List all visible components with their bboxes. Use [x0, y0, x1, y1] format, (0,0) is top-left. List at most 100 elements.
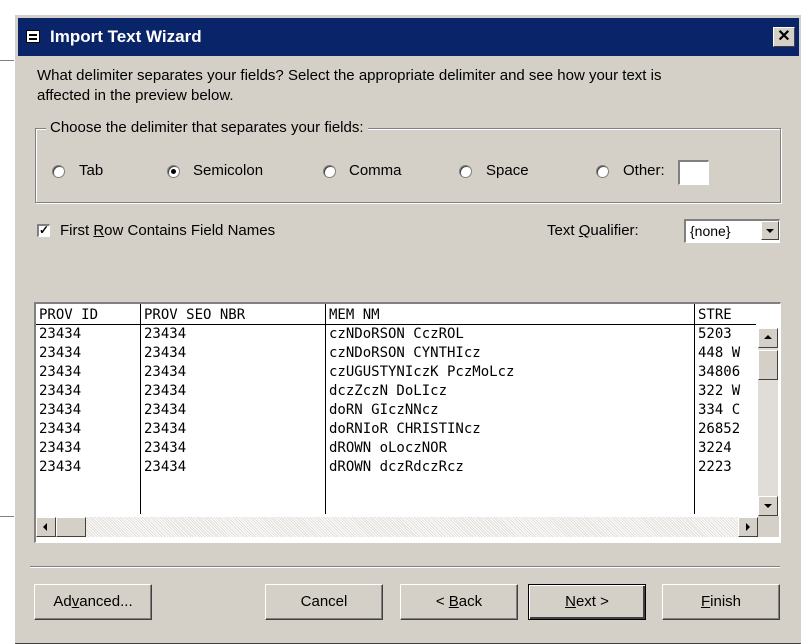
back-button[interactable]: < Back: [400, 584, 518, 620]
text-qualifier-value: {none}: [690, 223, 731, 239]
delimiter-groupbox: [35, 128, 781, 203]
wizard-icon: [26, 30, 40, 43]
title-bar[interactable]: Import Text Wizard ✕: [18, 18, 799, 56]
table-cell: 2223: [698, 459, 732, 475]
radio-other-label: Other:: [623, 162, 665, 179]
radio-space-label: Space: [486, 162, 529, 179]
preview-table: PROV ID 23434 23434 23434 23434 23434 23…: [36, 304, 758, 516]
table-cell: dczZczN DoLIcz: [329, 383, 448, 399]
back-label-pre: <: [435, 593, 449, 610]
button-divider: [30, 566, 780, 568]
back-label-post: ack: [458, 593, 483, 610]
scroll-right-icon[interactable]: [738, 517, 758, 537]
radio-tab-label: Tab: [79, 162, 104, 179]
instructions-line-1: What delimiter separates your fields? Se…: [37, 67, 662, 84]
next-label-accel: N: [565, 593, 576, 610]
table-cell: 322 W: [698, 383, 741, 399]
table-cell: 23434: [39, 326, 82, 342]
column-header: PROV ID: [39, 307, 99, 323]
preview-column: PROV SEO NBR 23434 23434 23434 23434 234…: [141, 304, 326, 514]
delimiter-group-legend: Choose the delimiter that separates your…: [46, 119, 368, 136]
preview-column: MEM NM czNDoRSON CczROL czNDoRSON CYNTHI…: [326, 304, 695, 514]
close-button[interactable]: ✕: [773, 27, 795, 47]
table-cell: 23434: [39, 459, 82, 475]
table-cell: 23434: [39, 364, 82, 380]
table-cell: 448 W: [698, 345, 741, 361]
radio-tab-circle[interactable]: [52, 165, 65, 178]
radio-comma-label: Comma: [349, 162, 402, 179]
first-row-label[interactable]: First Row Contains Field Names: [60, 222, 275, 239]
table-cell: doRN GIczNNcz: [329, 402, 439, 418]
table-cell: 23434: [144, 421, 187, 437]
first-row-checkbox[interactable]: ✓: [37, 224, 50, 237]
table-cell: dROWN dczRdczRcz: [329, 459, 464, 475]
advanced-button[interactable]: Advanced...: [34, 584, 152, 620]
table-cell: 5203: [698, 326, 732, 342]
table-cell: doRNIoR CHRISTINcz: [329, 421, 481, 437]
advanced-label-pre: Ad: [53, 593, 72, 610]
radio-other-circle[interactable]: [596, 165, 609, 178]
table-cell: dROWN oLoczNOR: [329, 440, 448, 456]
text-qualifier-select[interactable]: {none}: [684, 219, 780, 243]
table-cell: 334 C: [698, 402, 741, 418]
radio-space-circle[interactable]: [459, 165, 472, 178]
vertical-scroll-thumb[interactable]: [758, 350, 778, 380]
table-cell: 3224: [698, 440, 732, 456]
preview-column: STRE 5203 448 W 34806 322 W 334 C 26852 …: [695, 304, 757, 514]
column-header: STRE: [698, 307, 732, 323]
radio-semicolon-circle[interactable]: [167, 165, 180, 178]
table-cell: 23434: [144, 326, 187, 342]
table-cell: 23434: [144, 402, 187, 418]
finish-label-post: inish: [710, 593, 742, 610]
table-cell: czNDoRSON CczROL: [329, 326, 464, 342]
radio-comma-circle[interactable]: [323, 165, 336, 178]
scrollbar-corner: [758, 516, 779, 537]
qualifier-label-post: ualifier:: [590, 222, 639, 239]
back-label-accel: B: [448, 593, 459, 610]
cancel-label: Cancel: [300, 593, 348, 610]
horizontal-scrollbar[interactable]: [36, 517, 758, 537]
table-cell: 23434: [39, 440, 82, 456]
table-cell: 23434: [144, 383, 187, 399]
scroll-down-icon[interactable]: [758, 496, 778, 516]
header-separator: [36, 324, 756, 325]
table-cell: 23434: [39, 383, 82, 399]
qualifier-label-accel: Q: [578, 222, 591, 239]
scroll-left-icon[interactable]: [36, 517, 56, 537]
first-row-label-pre: First: [60, 222, 94, 239]
first-row-label-accel: R: [93, 222, 105, 239]
horizontal-scroll-thumb[interactable]: [56, 517, 86, 537]
vertical-scrollbar[interactable]: [758, 328, 778, 516]
table-cell: czNDoRSON CYNTHIcz: [329, 345, 481, 361]
table-cell: 34806: [698, 364, 741, 380]
window-title: Import Text Wizard: [50, 27, 202, 46]
background-line: [0, 60, 14, 61]
preview-grid[interactable]: PROV ID 23434 23434 23434 23434 23434 23…: [34, 302, 781, 543]
first-row-label-post: ow Contains Field Names: [104, 222, 276, 239]
table-cell: czUGUSTYNIczK PczMoLcz: [329, 364, 515, 380]
preview-column: PROV ID 23434 23434 23434 23434 23434 23…: [36, 304, 141, 514]
dropdown-arrow-icon[interactable]: [761, 221, 779, 240]
table-cell: 23434: [144, 364, 187, 380]
qualifier-label-pre: Text: [547, 222, 579, 239]
advanced-label-post: anced...: [79, 593, 133, 610]
table-cell: 26852: [698, 421, 741, 437]
column-header: PROV SEO NBR: [144, 307, 246, 323]
instructions-line-2: affected in the preview below.: [37, 87, 234, 104]
next-button[interactable]: Next >: [528, 584, 646, 620]
radio-semicolon-label: Semicolon: [193, 162, 264, 179]
finish-button[interactable]: Finish: [662, 584, 780, 620]
other-delimiter-input[interactable]: [678, 160, 709, 185]
table-cell: 23434: [39, 402, 82, 418]
scroll-up-icon[interactable]: [758, 328, 778, 348]
cancel-button[interactable]: Cancel: [265, 584, 383, 620]
table-cell: 23434: [144, 440, 187, 456]
finish-label-accel: F: [700, 593, 711, 610]
table-cell: 23434: [39, 421, 82, 437]
text-qualifier-label: Text Qualifier:: [547, 222, 639, 239]
table-cell: 23434: [39, 345, 82, 361]
table-cell: 23434: [144, 345, 187, 361]
column-header: MEM NM: [329, 307, 380, 323]
next-label-post: ext >: [575, 593, 609, 610]
background-line: [0, 516, 14, 517]
